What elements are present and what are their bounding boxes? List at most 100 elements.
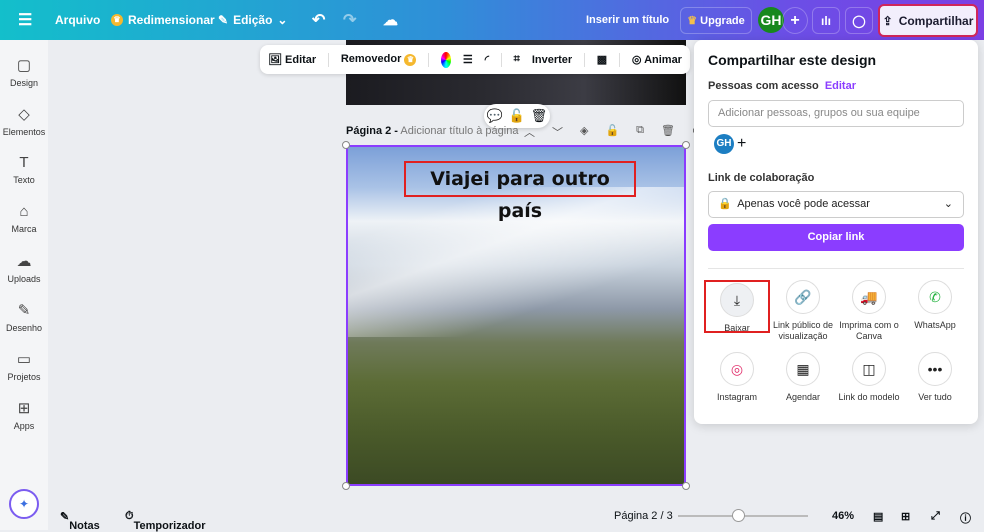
sidebar-label: Desenho <box>5 323 43 333</box>
template-icon: ◫ <box>852 352 886 386</box>
redo-icon[interactable]: ↷ <box>343 10 356 30</box>
divider <box>501 52 502 67</box>
zoom-slider[interactable] <box>678 509 808 522</box>
option-label: WhatsApp <box>914 320 956 330</box>
access-dropdown[interactable]: 🔒 Apenas você pode acessar ⌄ <box>708 191 964 218</box>
sidebar-item-text[interactable]: T Texto <box>0 154 48 185</box>
design-icon: ▢ <box>16 57 32 74</box>
crown-icon: ♛ <box>404 54 417 66</box>
option-label: Ver tudo <box>918 392 952 402</box>
upgrade-button[interactable]: ♛ Upgrade <box>680 7 752 34</box>
sidebar-label: Uploads <box>7 274 41 284</box>
comment-add-icon[interactable]: 💬 <box>487 108 503 124</box>
transparency-icon[interactable]: ▩ <box>597 53 607 66</box>
invite-button[interactable]: + <box>782 7 808 34</box>
share-button[interactable]: ⇪ Compartilhar <box>878 4 978 37</box>
divider <box>708 268 964 269</box>
public-link-option[interactable]: 🔗 Link público de visualização <box>770 280 836 342</box>
sidebar-item-uploads[interactable]: ☁ Uploads <box>0 252 48 284</box>
chevron-down-icon[interactable]: ﹀ <box>552 124 563 140</box>
timer-button[interactable]: ⏱ Temporizador <box>125 510 206 532</box>
magic-ai-button[interactable]: ✦ <box>9 489 39 519</box>
people-edit-link[interactable]: Editar <box>825 80 856 92</box>
resize-button[interactable]: ♛ Redimensionar <box>111 13 215 27</box>
sidebar-item-draw[interactable]: ✎ Desenho <box>0 301 48 333</box>
sidebar-item-design[interactable]: ▢ Design <box>0 56 48 88</box>
zoom-slider-handle[interactable] <box>731 509 745 522</box>
sidebar-item-projects[interactable]: ▭ Projetos <box>0 350 48 382</box>
sidebar-item-elements[interactable]: ◇ Elementos <box>0 105 48 137</box>
page-title-row: Página 2 - Adicionar título à página <box>346 125 518 137</box>
page-view-icon[interactable]: ▤ <box>873 510 883 523</box>
truck-icon: 🚚 <box>852 280 886 314</box>
sidebar-item-apps[interactable]: ⊞ Apps <box>0 399 48 431</box>
resize-handle[interactable] <box>342 141 350 149</box>
template-link-option[interactable]: ◫ Link do modelo <box>836 352 902 403</box>
border-style-icon[interactable]: ☰ <box>463 53 473 66</box>
sidebar-item-brand[interactable]: ⌂ Marca <box>0 203 48 234</box>
design-title-input[interactable]: Inserir um título <box>586 14 669 26</box>
remover-label: Removedor <box>340 53 402 65</box>
option-label: Link do modelo <box>838 392 900 402</box>
design-page[interactable]: Viajei para outro país <box>346 145 686 486</box>
top-bar: ☰ Arquivo ♛ Redimensionar ✎ Edição ⌄ ↶ ↷ ☁ … <box>0 0 984 40</box>
crop-icon[interactable]: ⌗ <box>514 53 520 66</box>
notes-button[interactable]: ✎ Notas <box>60 510 100 532</box>
resize-handle[interactable] <box>682 482 690 490</box>
zoom-level[interactable]: 46% <box>832 510 854 522</box>
timer-label: Temporizador <box>133 520 206 532</box>
page-text-heading[interactable]: Viajei para outro país <box>404 161 636 222</box>
resize-handle[interactable] <box>342 482 350 490</box>
add-collaborator-icon[interactable]: + <box>737 135 746 153</box>
lock-icon[interactable]: 🔓 <box>605 124 619 140</box>
schedule-option[interactable]: ▦ Agendar <box>770 352 836 403</box>
corner-radius-icon[interactable]: ◜ <box>485 53 489 66</box>
sidebar-label: Apps <box>13 421 35 431</box>
duplicate-icon[interactable]: ⧉ <box>636 124 644 140</box>
resize-handle[interactable] <box>682 141 690 149</box>
trash-icon[interactable]: 🗑 <box>531 108 548 124</box>
see-all-option[interactable]: ••• Ver tudo <box>902 352 968 403</box>
edit-image-button[interactable]: 🖼 Editar <box>268 53 316 66</box>
divider <box>428 52 430 67</box>
whatsapp-option[interactable]: ✆ WhatsApp <box>902 280 968 331</box>
hide-icon[interactable]: ◈ <box>580 124 588 140</box>
page-indicator[interactable]: Página 2 / 3 <box>614 510 673 522</box>
collab-link-label: Link de colaboração <box>708 172 815 184</box>
crown-icon: ♛ <box>687 15 698 27</box>
fullscreen-icon[interactable]: ⤢ <box>931 510 940 523</box>
instagram-option[interactable]: ◎ Instagram <box>704 352 770 403</box>
flip-button[interactable]: Inverter <box>532 54 572 66</box>
lock-icon[interactable]: 🔓 <box>509 108 525 124</box>
file-menu[interactable]: Arquivo <box>55 13 100 27</box>
context-toolbar: 🖼 Editar Removedor ♛ ☰ ◜ ⌗ Inverter ▩ ◎ … <box>260 45 690 74</box>
sidebar-label: Texto <box>13 175 35 185</box>
grid-view-icon[interactable]: ⊞ <box>901 510 910 523</box>
menu-icon[interactable]: ☰ <box>18 10 32 30</box>
undo-icon[interactable]: ↶ <box>312 10 325 30</box>
help-icon[interactable]: ⓘ <box>960 510 971 526</box>
divider <box>584 52 585 67</box>
animate-button[interactable]: ◎ Animar <box>632 53 682 66</box>
option-label: Link público de visualização <box>772 320 834 341</box>
comment-icon[interactable]: ◯ <box>845 7 873 34</box>
add-people-input[interactable]: Adicionar pessoas, grupos ou sua equipe <box>708 100 964 127</box>
user-avatar[interactable]: GH <box>758 7 784 33</box>
edit-label: Edição <box>233 13 273 27</box>
access-label: Apenas você pode acessar <box>737 198 870 210</box>
print-option[interactable]: 🚚 Imprima com o Canva <box>836 280 902 342</box>
page-title-input[interactable]: Adicionar título à página <box>400 125 518 137</box>
color-picker[interactable] <box>441 51 451 68</box>
analytics-icon[interactable]: ılı <box>812 7 840 34</box>
cloud-saved-icon[interactable]: ☁ <box>383 11 398 29</box>
download-option[interactable]: ⤓ Baixar <box>704 280 770 333</box>
copy-link-button[interactable]: Copiar link <box>708 224 964 251</box>
background-remover-button[interactable]: Removedor ♛ <box>341 53 417 66</box>
trash-icon[interactable]: 🗑 <box>661 124 675 140</box>
edit-mode-dropdown[interactable]: ✎ Edição ⌄ <box>218 13 287 27</box>
resize-label: Redimensionar <box>128 13 215 27</box>
download-icon: ⤓ <box>720 283 754 317</box>
people-access-row: Pessoas com acesso Editar <box>708 80 856 92</box>
sidebar-label: Design <box>9 78 38 88</box>
chevron-up-icon[interactable]: ︿ <box>524 124 535 140</box>
